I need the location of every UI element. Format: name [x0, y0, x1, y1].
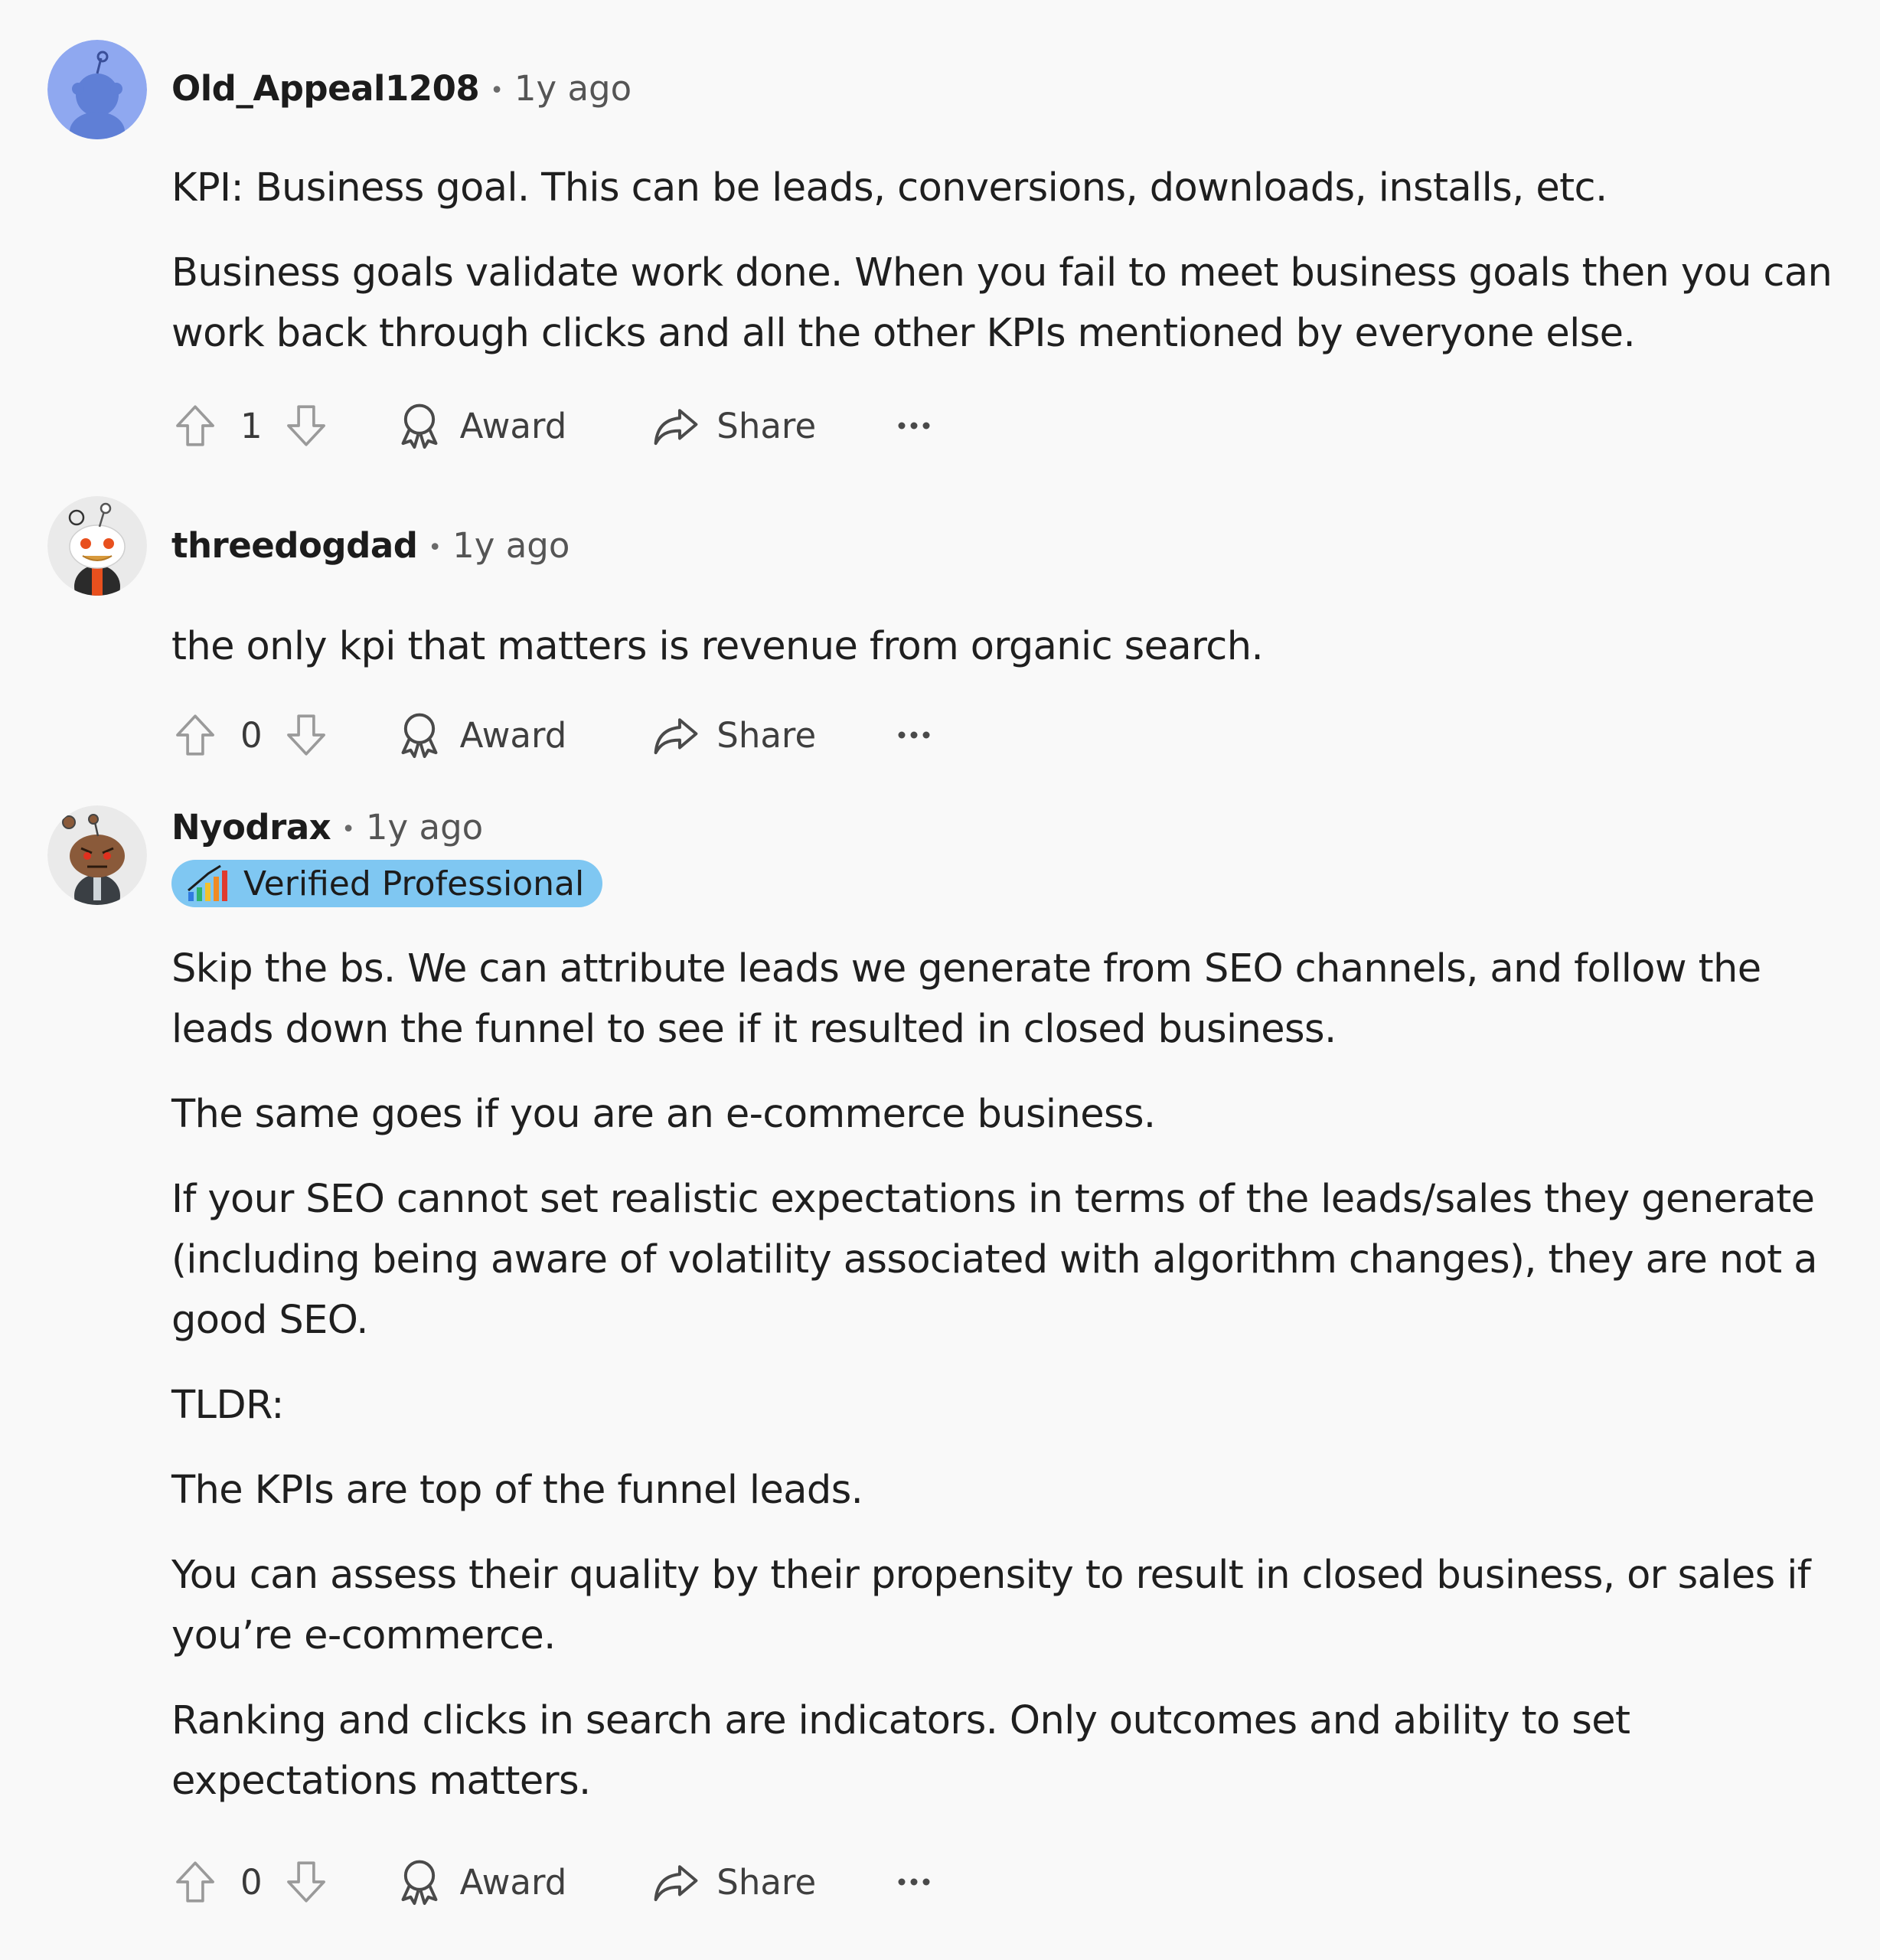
share-label: Share — [716, 405, 817, 446]
avatar[interactable] — [47, 40, 147, 139]
action-bar: 0 Award Share — [170, 1851, 931, 1913]
arrow-up-icon[interactable] — [170, 400, 220, 451]
snoo-avatar-icon — [47, 805, 147, 905]
comment-meta: threedogdad • 1y ago — [171, 523, 570, 571]
arrow-down-icon[interactable] — [281, 710, 331, 760]
snoo-avatar-icon — [47, 496, 147, 596]
award-label: Award — [459, 405, 567, 446]
timestamp[interactable]: 1y ago — [366, 807, 483, 848]
action-bar: 0 Award Share — [170, 704, 931, 766]
share-icon — [654, 1865, 698, 1902]
separator-dot: • — [490, 77, 504, 104]
award-label: Award — [459, 1861, 567, 1903]
more-icon — [898, 731, 930, 739]
comment-paragraph: Business goals validate work done. When … — [171, 250, 1833, 356]
separator-dot: • — [341, 816, 355, 843]
vote-group: 0 — [170, 1857, 331, 1907]
vote-count: 0 — [240, 1861, 263, 1903]
vote-count: 1 — [240, 405, 263, 446]
arrow-down-icon[interactable] — [281, 400, 331, 451]
vote-group: 1 — [170, 400, 331, 451]
comment-paragraph: The same goes if you are an e-commerce b… — [171, 1092, 1156, 1137]
avatar[interactable] — [47, 496, 147, 596]
vote-count: 0 — [240, 714, 263, 756]
author-name[interactable]: Old_Appeal1208 — [171, 68, 480, 109]
more-icon — [898, 1878, 930, 1886]
avatar[interactable] — [47, 805, 147, 905]
share-button[interactable]: Share — [651, 400, 816, 451]
more-options-button[interactable] — [897, 1876, 931, 1888]
more-icon — [898, 422, 930, 430]
comment-paragraph: Ranking and clicks in search are indicat… — [171, 1698, 1630, 1804]
arrow-up-icon[interactable] — [170, 710, 220, 760]
separator-dot: • — [428, 534, 442, 561]
arrow-down-icon[interactable] — [281, 1857, 331, 1907]
comment-meta: Nyodrax • 1y ago — [171, 805, 483, 853]
comment-paragraph: TLDR: — [171, 1383, 284, 1428]
comment-paragraph: the only kpi that matters is revenue fro… — [171, 624, 1264, 669]
chart-bars-icon — [188, 864, 227, 901]
share-button[interactable]: Share — [651, 1857, 816, 1907]
comment-body: KPI: Business goal. This can be leads, c… — [171, 158, 1856, 364]
arrow-up-icon[interactable] — [170, 1857, 220, 1907]
award-button[interactable]: Award — [394, 1857, 567, 1907]
vote-group: 0 — [170, 710, 331, 760]
award-icon — [401, 1860, 438, 1906]
comment-body: the only kpi that matters is revenue fro… — [171, 616, 1856, 677]
more-options-button[interactable] — [897, 729, 931, 741]
comment-paragraph: You can assess their quality by their pr… — [171, 1553, 1811, 1658]
comment-meta: Old_Appeal1208 • 1y ago — [171, 66, 632, 114]
share-icon — [654, 409, 698, 446]
award-icon — [401, 403, 438, 449]
comment-paragraph: Skip the bs. We can attribute leads we g… — [171, 946, 1761, 1052]
comment-body: Skip the bs. We can attribute leads we g… — [171, 939, 1856, 1811]
award-label: Award — [459, 714, 567, 756]
author-name[interactable]: Nyodrax — [171, 807, 331, 848]
comment-paragraph: If your SEO cannot set realistic expecta… — [171, 1177, 1817, 1343]
author-name[interactable]: threedogdad — [171, 525, 418, 566]
comment-paragraph: KPI: Business goal. This can be leads, c… — [171, 165, 1607, 211]
award-button[interactable]: Award — [394, 400, 567, 451]
timestamp[interactable]: 1y ago — [514, 68, 632, 109]
snoo-avatar-icon — [47, 40, 147, 139]
comment-paragraph: The KPIs are top of the funnel leads. — [171, 1468, 863, 1513]
share-button[interactable]: Share — [651, 710, 816, 760]
action-bar: 1 Award Share — [170, 395, 931, 456]
share-icon — [654, 718, 698, 755]
more-options-button[interactable] — [897, 420, 931, 432]
award-button[interactable]: Award — [394, 710, 567, 760]
share-label: Share — [716, 1861, 817, 1903]
flair-label: Verified Professional — [243, 864, 585, 903]
timestamp[interactable]: 1y ago — [452, 525, 570, 566]
user-flair: Verified Professional — [171, 860, 603, 907]
award-icon — [401, 713, 438, 759]
share-label: Share — [716, 714, 817, 756]
